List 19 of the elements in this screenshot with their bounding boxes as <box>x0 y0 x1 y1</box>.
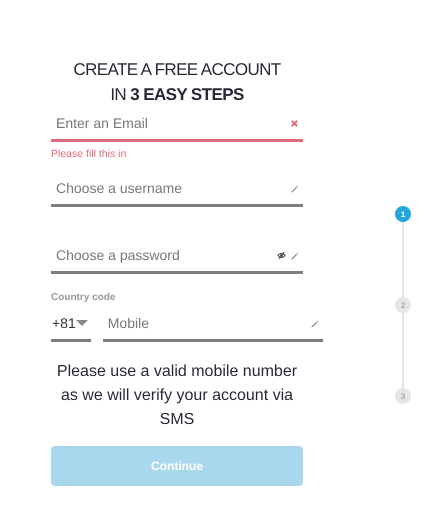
error-message: Please fill this in <box>51 148 128 160</box>
input-field[interactable]: Choose a username <box>51 172 303 207</box>
input-field[interactable]: Choose a password <box>51 239 303 274</box>
country-code-dropdown[interactable]: +81 <box>51 307 91 342</box>
pencil-icon <box>310 318 319 328</box>
heading-text: CREATE A FREE ACCOUNT <box>73 59 281 81</box>
eye-icon[interactable] <box>277 250 286 260</box>
pencil-icon <box>290 250 299 260</box>
input-field[interactable]: Mobile <box>102 307 323 342</box>
info-text: Please use a valid mobile number as we will verify your account via SMS <box>56 362 298 430</box>
country-code-label: Country code <box>51 292 116 303</box>
input-field[interactable]: Enter an Email <box>51 107 303 142</box>
step-indicator: 3 <box>395 388 411 404</box>
heading-text: IN 3 EASY STEPS <box>110 84 244 106</box>
caret-icon <box>76 320 88 326</box>
x-icon[interactable] <box>290 118 299 128</box>
step-indicator: 1 <box>395 206 411 222</box>
step-indicator: 2 <box>395 297 411 313</box>
pencil-icon <box>290 184 299 192</box>
